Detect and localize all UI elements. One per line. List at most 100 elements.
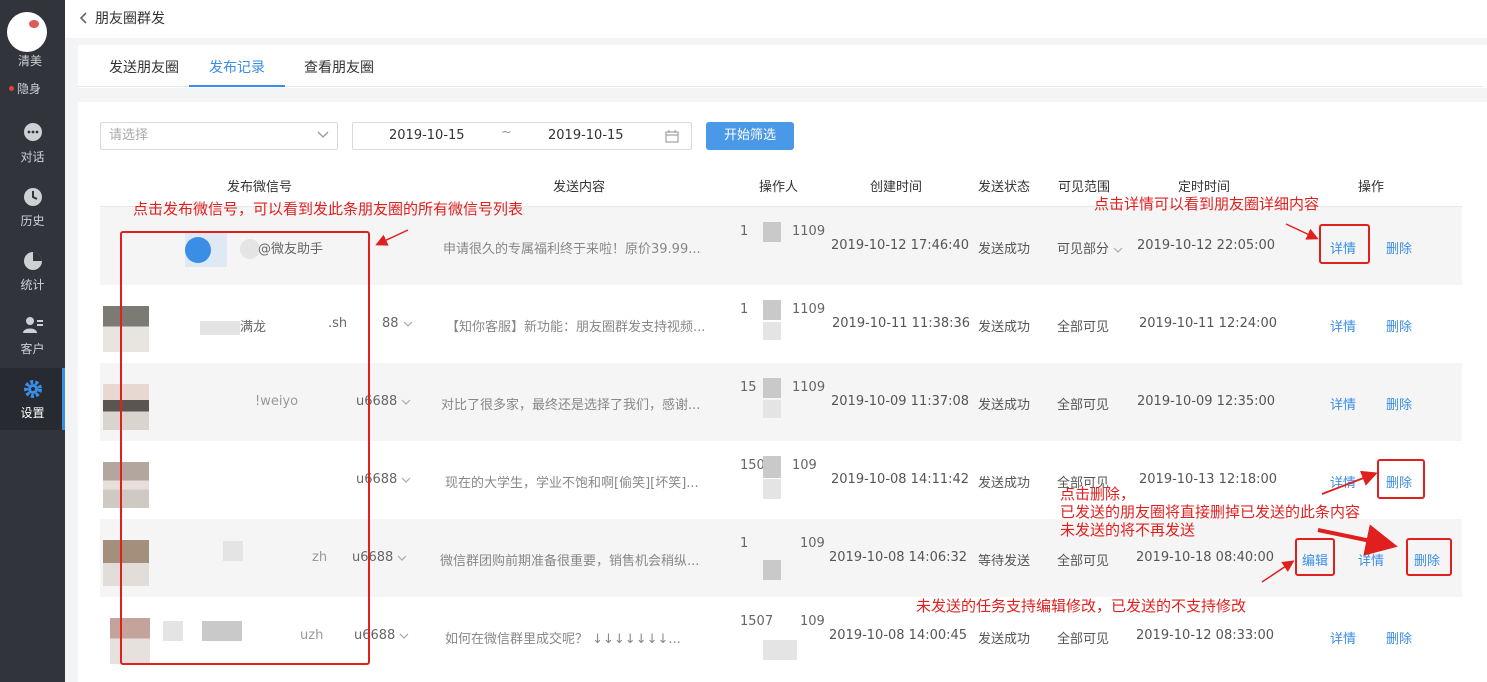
avatar[interactable]: [7, 12, 47, 52]
delete-link[interactable]: 删除: [1386, 628, 1412, 647]
sidebar-item-label: 统计: [20, 277, 45, 292]
created-time: 2019-10-08 14:11:42: [831, 472, 970, 487]
date-range-picker[interactable]: 2019-10-15 ~ 2019-10-15: [352, 122, 692, 150]
annotation-account-note: 点击发布微信号，可以看到发此条朋友圈的所有微信号列表: [133, 200, 524, 218]
chat-icon: [23, 122, 42, 141]
column-header: 操作人: [759, 180, 799, 195]
content-preview: 微信群团购前期准备很重要，销售机会稍纵...: [440, 554, 700, 569]
presence-status[interactable]: 隐身: [9, 80, 41, 97]
detail-link[interactable]: 详情: [1358, 550, 1384, 569]
start-date[interactable]: 2019-10-15: [389, 128, 465, 143]
annotation-box-edit: [1295, 538, 1335, 576]
user-name: 清美: [18, 54, 43, 68]
send-status: 发送成功: [978, 320, 1031, 335]
scheduled-time: 2019-10-13 12:18:00: [1139, 472, 1278, 487]
status-dot-icon: [9, 86, 14, 91]
sidebar-item-settings[interactable]: 设置: [0, 368, 65, 430]
clock-icon: [23, 187, 42, 206]
tab-view-moments[interactable]: 查看朋友圈: [293, 52, 385, 87]
operator-id: 109: [800, 614, 825, 629]
sidebar-item-history[interactable]: 历史: [0, 176, 65, 238]
sidebar-item-label: 客户: [20, 341, 45, 356]
column-header: 可见范围: [1058, 180, 1111, 195]
blurred-text: [763, 378, 781, 398]
sidebar-item-chat[interactable]: 对话: [0, 112, 65, 174]
delete-link[interactable]: 删除: [1386, 316, 1412, 335]
annotation-detail-note: 点击详情可以看到朋友圈详细内容: [1094, 195, 1320, 213]
blurred-text: [763, 456, 781, 478]
sidebar-item-stats[interactable]: 统计: [0, 240, 65, 302]
operator-id: 1109: [792, 380, 826, 395]
content-preview: 现在的大学生，学业不饱和啊[偷笑][坏笑]...: [445, 476, 699, 491]
content-preview: 申请很久的专属福利终于来啦！原价39.99...: [443, 242, 701, 257]
tab-publish-records[interactable]: 发布记录: [189, 52, 285, 87]
visibility-scope: 全部可见: [1057, 632, 1110, 647]
contacts-icon: [22, 316, 43, 333]
operator-id: 1109: [792, 224, 826, 239]
sidebar-item-customers[interactable]: 客户: [0, 304, 65, 366]
created-time: 2019-10-09 11:37:08: [831, 394, 970, 409]
blurred-text: [763, 560, 781, 580]
account-select[interactable]: 请选择: [100, 122, 338, 150]
send-status: 发送成功: [978, 398, 1031, 413]
operator-id: 1: [740, 224, 749, 239]
calendar-icon: [665, 130, 679, 143]
content-preview: 如何在微信群里成交呢？ ↓↓↓↓↓↓↓...: [445, 632, 681, 647]
chevron-down-icon: [397, 555, 407, 561]
blurred-text: [763, 322, 781, 340]
end-date[interactable]: 2019-10-15: [548, 128, 624, 143]
content-preview: 【知你客服】新功能：朋友圈群发支持视频...: [446, 320, 706, 335]
scheduled-time: 2019-10-12 22:05:00: [1137, 238, 1276, 253]
scheduled-time: 2019-10-09 12:35:00: [1137, 394, 1276, 409]
blurred-text: [763, 640, 797, 660]
account-count[interactable]: 88: [382, 316, 413, 331]
operator-id: 1109: [792, 302, 826, 317]
delete-link[interactable]: 删除: [1386, 238, 1412, 257]
column-header: 发布微信号: [227, 180, 293, 195]
chevron-down-icon: [401, 477, 411, 483]
scheduled-time: 2019-10-18 08:40:00: [1136, 550, 1275, 565]
scheduled-time: 2019-10-11 12:24:00: [1139, 316, 1278, 331]
blurred-text: [763, 222, 781, 242]
select-placeholder: 请选择: [109, 128, 149, 143]
operator-id: 1507: [740, 614, 774, 629]
chevron-down-icon: [317, 131, 329, 138]
visibility-scope: 全部可见: [1057, 398, 1110, 413]
column-header: 创建时间: [870, 180, 923, 195]
detail-link[interactable]: 详情: [1330, 394, 1356, 413]
chevron-left-icon: [79, 12, 87, 24]
operator-id: 109: [792, 458, 817, 473]
created-time: 2019-10-11 11:38:36: [832, 316, 971, 331]
sidebar: 清美 隐身 对话 历史 统计 客户 设置: [0, 0, 65, 682]
detail-link[interactable]: 详情: [1330, 472, 1356, 491]
visibility-scope-label: 可见部分: [1057, 242, 1110, 257]
send-status: 发送成功: [978, 242, 1031, 257]
annotation-box-delete-pending: [1406, 538, 1452, 576]
created-time: 2019-10-08 14:00:45: [829, 628, 968, 643]
chevron-down-icon: [403, 321, 412, 327]
chevron-down-icon: [1113, 247, 1123, 253]
tab-send-moments[interactable]: 发送朋友圈: [98, 52, 190, 87]
operator-id: 109: [800, 536, 825, 551]
annotation-delete-note-1: 点击删除，: [1060, 485, 1136, 503]
column-header: 发送内容: [553, 180, 606, 195]
filter-button[interactable]: 开始筛选: [706, 122, 794, 150]
operator-id: 1: [740, 302, 749, 317]
annotation-edit-note: 未发送的任务支持编辑修改，已发送的不支持修改: [916, 597, 1247, 615]
visibility-scope[interactable]: 可见部分: [1057, 238, 1123, 257]
send-status: 发送成功: [978, 476, 1031, 491]
back-button[interactable]: 朋友圈群发: [79, 8, 165, 28]
send-status: 发送成功: [978, 632, 1031, 647]
operator-id: 1: [740, 536, 749, 551]
presence-label: 隐身: [17, 82, 42, 96]
send-status: 等待发送: [978, 554, 1031, 569]
sidebar-item-label: 对话: [20, 149, 45, 164]
operator-id: 15: [740, 380, 757, 395]
annotation-delete-note-2: 已发送的朋友圈将直接删掉已发送的此条内容: [1060, 503, 1361, 521]
detail-link[interactable]: 详情: [1330, 628, 1356, 647]
detail-link[interactable]: 详情: [1330, 316, 1356, 335]
delete-link[interactable]: 删除: [1386, 394, 1412, 413]
chevron-down-icon: [401, 399, 411, 405]
column-header: 操作: [1358, 180, 1385, 195]
annotation-box-accounts: [120, 231, 370, 665]
